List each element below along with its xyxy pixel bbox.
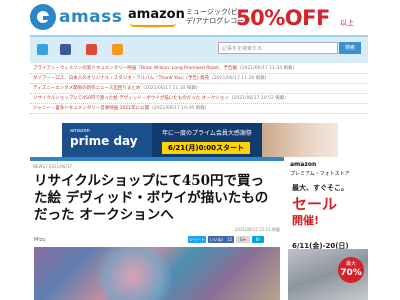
rss-icon[interactable] xyxy=(112,44,123,55)
gplus-button[interactable]: G+ xyxy=(236,236,250,243)
prime-headline: 年に一度のプライム会員大感謝祭 xyxy=(162,130,252,137)
ad-sale-text: 最大、すぐそこ。 セール 開催! 6/11(金)-20(日) xyxy=(288,181,368,250)
site-header: amass amazon ミュージック(ビ デ/アナログレコード 50%OFF … xyxy=(0,0,400,34)
search-button[interactable]: 検索 xyxy=(339,42,361,54)
sidebar-ad[interactable]: amazon プレミアム・フォトストア 最大、すぐそこ。 セール 開催! 6/1… xyxy=(288,157,368,300)
article-image xyxy=(34,247,280,300)
article: NEWS / 2021/06/17 リサイクルショップにて450円で買った絵 デ… xyxy=(30,163,284,300)
article-author: Mizu xyxy=(34,237,46,243)
banner-offer-suffix: 以上 xyxy=(340,19,354,27)
share-bar: Mizu ツイート いいね！ 12 G+ B! xyxy=(34,235,280,245)
search-input[interactable]: 記事をを検索する xyxy=(218,42,338,54)
news-list: ブライアン・ウィルソンの新ドキュメンタリー映画『Brian Wilson: Lo… xyxy=(30,64,368,120)
banner-brand: amazon xyxy=(128,7,185,22)
prime-logo-area: amazon prime day xyxy=(62,123,152,157)
like-button[interactable]: いいね！ 12 xyxy=(208,236,234,243)
breadcrumb[interactable]: NEWS / 2021/06/17 xyxy=(30,163,284,171)
amazon-smile-icon xyxy=(130,23,176,27)
tweet-button[interactable]: ツイート xyxy=(188,236,206,243)
google-plus-icon[interactable] xyxy=(86,44,97,55)
twitter-icon[interactable] xyxy=(37,44,48,55)
list-item[interactable]: ジャニー・喜多ドキュメンタリー音楽映画 2021年に公開 (2021/06/17 … xyxy=(30,104,368,114)
list-item[interactable]: ダイアー・ロス、日本人のオリジナル・スタジオ・アルバム『Thank You』(予… xyxy=(30,74,368,84)
list-item[interactable]: ディズニーエンタメ関係の新作ニュース出回りまとめ (2021/06/17 11:1… xyxy=(30,84,368,94)
banner-offer: 50%OFF xyxy=(236,6,330,30)
article-date: 2021/06/17 11:13 掲載 xyxy=(234,227,280,232)
discount-badge: 最大 70% xyxy=(338,257,364,283)
hatena-button[interactable]: B! xyxy=(252,236,264,243)
list-item[interactable]: リサイクルショップにて450円で買った絵 デヴィッド・ボウイが描いたものだった … xyxy=(30,94,368,104)
article-header-bar xyxy=(30,157,284,161)
nav-bar: 記事をを検索する 検索 xyxy=(30,35,368,63)
header-banner-ad[interactable]: amazon ミュージック(ビ デ/アナログレコード 50%OFF 以上 xyxy=(128,4,366,32)
ad-header: amazon プレミアム・フォトストア xyxy=(290,161,350,177)
article-title: リサイクルショップにて450円で買った絵 デヴィッド・ボウイが描いたものだった … xyxy=(34,173,269,223)
site-logo[interactable]: amass xyxy=(30,4,123,30)
list-item[interactable]: ブライアン・ウィルソンの新ドキュメンタリー映画『Brian Wilson: Lo… xyxy=(30,64,368,74)
prime-day-banner[interactable]: amazon prime day 年に一度のプライム会員大感謝祭 6/21(月)… xyxy=(62,123,338,157)
facebook-icon[interactable] xyxy=(60,44,71,55)
logo-text: amass xyxy=(59,7,123,27)
prime-date: 6/21(月)0:00スタート xyxy=(162,142,250,154)
prime-photo xyxy=(262,123,338,157)
logo-mark-icon xyxy=(30,4,56,30)
